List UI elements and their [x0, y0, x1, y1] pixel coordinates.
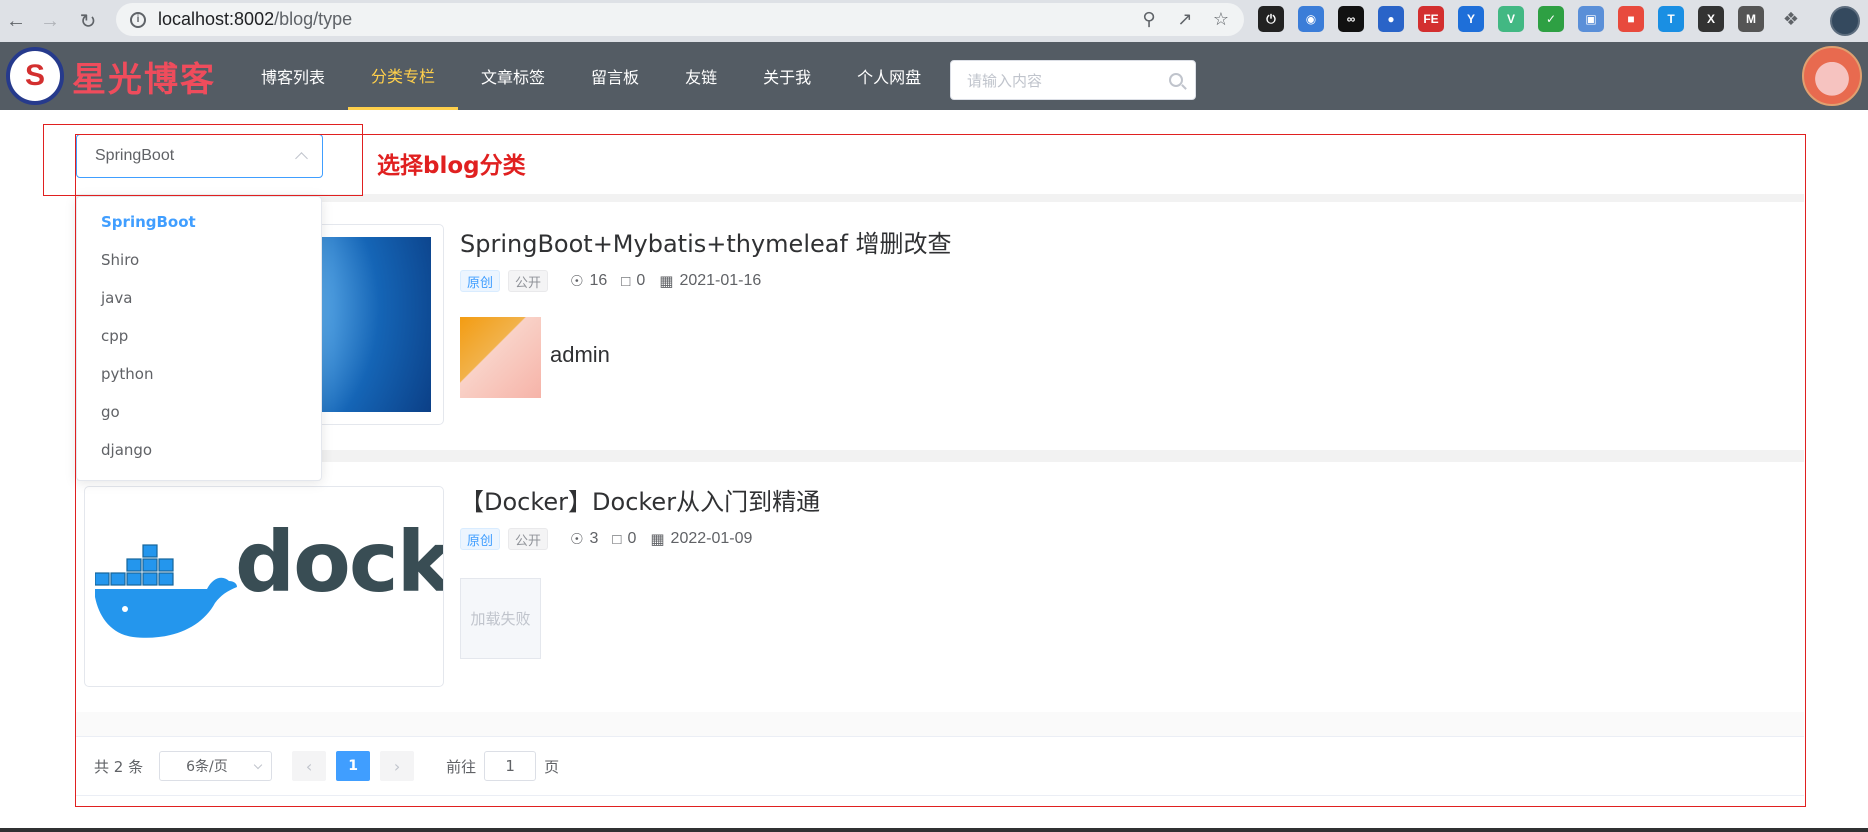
goto-page: 前往 1 页	[446, 751, 559, 781]
share-icon[interactable]: ↗	[1174, 8, 1196, 30]
prev-page-button[interactable]: ‹	[292, 751, 327, 781]
docker-wordmark: docke	[235, 513, 444, 611]
reload-icon[interactable]: ↻	[74, 7, 102, 35]
post-card[interactable]: docke 【Docker】Docker从入门到精通 原创 公开 ☉3 □0 ▦…	[76, 462, 1804, 712]
muse-extension-icon[interactable]: M	[1738, 6, 1764, 32]
forward-icon[interactable]: →	[36, 7, 64, 35]
category-option[interactable]: java	[77, 279, 321, 317]
site-logo[interactable]: S 星光博客	[6, 46, 216, 106]
comments-count: □ 0	[612, 530, 637, 548]
pagination-total: 共 2 条	[94, 757, 144, 776]
eye-icon: ☉	[570, 531, 584, 548]
goto-suffix: 页	[544, 757, 560, 776]
views-count: ☉ 3	[570, 530, 599, 548]
nav-item-guestbook[interactable]: 留言板	[568, 42, 662, 110]
category-dropdown: SpringBoot Shiro java cpp python go djan…	[76, 196, 322, 481]
post-title[interactable]: SpringBoot+Mybatis+thymeleaf 增删改查	[460, 224, 952, 259]
page-size-value: 6条/页	[186, 759, 228, 775]
site-header: S 星光博客 博客列表 分类专栏 文章标签 留言板 友链 关于我 个人网盘 请输…	[0, 42, 1868, 110]
x-extension-icon[interactable]: X	[1698, 6, 1724, 32]
browser-toolbar: ← → ↻ i localhost:8002/blog/type ⚲ ↗ ☆ ⏻…	[0, 0, 1868, 42]
nav-item-tags[interactable]: 文章标签	[458, 42, 568, 110]
author-avatar-failed: 加载失败	[460, 578, 541, 659]
tag-original: 原创	[460, 528, 501, 550]
t-extension-icon[interactable]: T	[1658, 6, 1684, 32]
category-select[interactable]: SpringBoot	[76, 134, 323, 178]
divider	[76, 450, 1804, 462]
main-nav: 博客列表 分类专栏 文章标签 留言板 友链 关于我 个人网盘	[238, 42, 944, 110]
calendar-icon: ▦	[650, 531, 665, 548]
extensions-bar: ⏻ ◉ ∞ ● FE Y V ✓ ▣ ■ T X M ❖	[1258, 6, 1804, 32]
pagination: 共 2 条 6条/页 ‹ 1 › 前往 1 页	[76, 736, 1804, 796]
post-cover[interactable]: docke	[84, 486, 444, 687]
puzzle-extensions-icon[interactable]: ❖	[1778, 6, 1804, 32]
category-select-value: SpringBoot	[95, 147, 175, 164]
url-host: localhost:8002	[158, 9, 275, 29]
post-card[interactable]: SpringBoot+Mybatis+thymeleaf 增删改查 原创 公开 …	[76, 202, 1804, 450]
goto-page-input[interactable]: 1	[484, 751, 537, 781]
eye-icon: ☉	[570, 273, 584, 290]
post-date: ▦ 2021-01-16	[659, 272, 762, 290]
annotation-label: 选择blog分类	[377, 153, 526, 179]
site-search-input[interactable]: 请输入内容	[950, 60, 1196, 100]
tag-original: 原创	[460, 270, 501, 292]
tag-public: 公开	[508, 270, 549, 292]
globe-extension-icon[interactable]: ●	[1378, 6, 1404, 32]
post-meta: 原创 公开 ☉ 16 □ 0 ▦ 2021-01-16	[460, 270, 761, 292]
divider	[76, 712, 1804, 736]
shield-extension-icon[interactable]: ◉	[1298, 6, 1324, 32]
image-extension-icon[interactable]: ▣	[1578, 6, 1604, 32]
page-size-select[interactable]: 6条/页	[159, 751, 273, 781]
search-icon[interactable]	[1169, 73, 1183, 87]
infinity-extension-icon[interactable]: ∞	[1338, 6, 1364, 32]
nav-item-blog-list[interactable]: 博客列表	[238, 42, 348, 110]
fe-extension-icon[interactable]: FE	[1418, 6, 1444, 32]
post-meta: 原创 公开 ☉ 3 □ 0 ▦ 2022-01-09	[460, 528, 752, 550]
chevron-down-icon	[253, 760, 263, 769]
next-page-button[interactable]: ›	[380, 751, 415, 781]
views-count: ☉ 16	[570, 272, 608, 290]
logo-text: 星光博客	[72, 59, 216, 100]
bookmark-star-icon[interactable]: ☆	[1210, 8, 1232, 30]
zoom-icon[interactable]: ⚲	[1138, 8, 1160, 30]
site-info-icon[interactable]: i	[130, 11, 146, 28]
calendar-icon: ▦	[659, 273, 674, 290]
user-avatar[interactable]	[1802, 46, 1862, 106]
power-extension-icon[interactable]: ⏻	[1258, 6, 1284, 32]
comment-icon: □	[621, 272, 631, 290]
y-extension-icon[interactable]: Y	[1458, 6, 1484, 32]
divider	[76, 194, 1804, 202]
chevron-up-icon	[295, 152, 308, 165]
category-option[interactable]: django	[77, 431, 321, 469]
page-bottom-border	[0, 828, 1868, 832]
tag-public: 公开	[508, 528, 549, 550]
category-option[interactable]: SpringBoot	[77, 203, 321, 241]
author-avatar	[460, 317, 541, 398]
url-text[interactable]: localhost:8002/blog/type	[158, 9, 352, 30]
colorful-extension-icon[interactable]: ■	[1618, 6, 1644, 32]
back-icon[interactable]: ←	[2, 7, 30, 35]
search-placeholder: 请输入内容	[967, 71, 1043, 90]
browser-profile-avatar[interactable]	[1830, 6, 1860, 36]
comment-icon: □	[612, 530, 622, 548]
url-path: /blog/type	[274, 9, 353, 29]
logo-mark-icon: S	[6, 47, 64, 105]
nav-item-cloud-drive[interactable]: 个人网盘	[834, 42, 944, 110]
shield-check-extension-icon[interactable]: ✓	[1538, 6, 1564, 32]
author-name: admin	[550, 342, 610, 367]
category-option[interactable]: python	[77, 355, 321, 393]
nav-item-friend-links[interactable]: 友链	[662, 42, 740, 110]
goto-prefix: 前往	[446, 757, 477, 776]
post-title[interactable]: 【Docker】Docker从入门到精通	[460, 482, 820, 517]
address-bar[interactable]: i localhost:8002/blog/type ⚲ ↗ ☆	[116, 3, 1244, 36]
category-option[interactable]: cpp	[77, 317, 321, 355]
nav-item-categories[interactable]: 分类专栏	[348, 42, 459, 110]
category-option[interactable]: Shiro	[77, 241, 321, 279]
page-number-button[interactable]: 1	[336, 751, 371, 781]
category-option[interactable]: go	[77, 393, 321, 431]
comments-count: □ 0	[621, 272, 646, 290]
nav-item-about[interactable]: 关于我	[740, 42, 834, 110]
post-date: ▦ 2022-01-09	[650, 530, 753, 548]
vue-devtools-icon[interactable]: V	[1498, 6, 1524, 32]
